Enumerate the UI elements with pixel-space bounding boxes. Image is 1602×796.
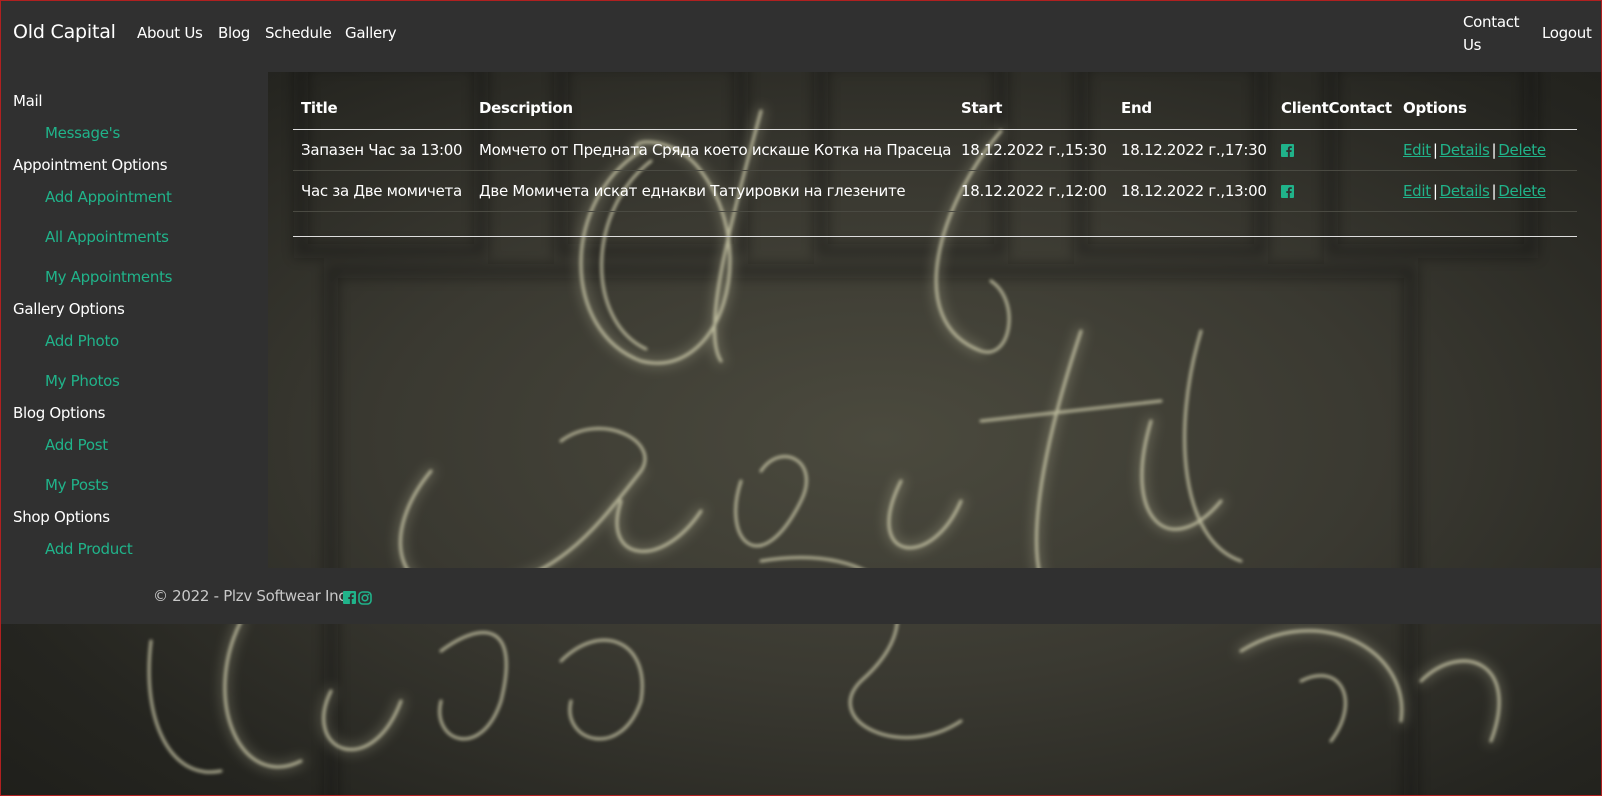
table-header-row: Title Description Start End ClientContac… <box>293 87 1577 130</box>
cell-client-contact <box>1273 129 1395 171</box>
appointments-table: Title Description Start End ClientContac… <box>293 87 1577 212</box>
nav-link-blog[interactable]: Blog <box>218 24 250 42</box>
sidebar-link-add-appointment[interactable]: Add Appointment <box>45 188 172 206</box>
sidebar-link-messages[interactable]: Message's <box>45 124 120 142</box>
column-header-client-contact: ClientContact <box>1273 87 1395 130</box>
facebook-icon[interactable] <box>1281 185 1294 198</box>
column-header-end: End <box>1113 87 1273 130</box>
page: Old Capital About Us Blog Schedule Galle… <box>0 0 1602 796</box>
sidebar-link-my-photos[interactable]: My Photos <box>45 372 120 390</box>
instagram-icon[interactable] <box>358 590 372 605</box>
cell-start: 18.12.2022 г.,12:00 <box>953 170 1113 212</box>
column-header-options: Options <box>1395 87 1577 130</box>
table-row: Час за Две момичета Две Момичета искат е… <box>293 170 1577 212</box>
nav-contact-line2: Us <box>1463 36 1482 54</box>
facebook-icon[interactable] <box>343 591 356 604</box>
delete-link[interactable]: Delete <box>1498 182 1546 200</box>
column-header-title: Title <box>293 87 471 130</box>
delete-link[interactable]: Delete <box>1498 141 1546 159</box>
sidebar-link-add-product[interactable]: Add Product <box>45 540 133 558</box>
cell-options: Edit | Details | Delete <box>1395 170 1577 212</box>
table-bottom-rule <box>293 236 1577 237</box>
sidebar-link-my-appointments[interactable]: My Appointments <box>45 268 172 286</box>
facebook-icon[interactable] <box>1281 144 1294 157</box>
sidebar-link-all-appointments[interactable]: All Appointments <box>45 228 169 246</box>
cell-end: 18.12.2022 г.,13:00 <box>1113 170 1273 212</box>
cell-description: Две Момичета искат еднакви Татуировки на… <box>471 170 953 212</box>
footer: © 2022 - Plzv Softwear Inc. <box>1 568 1601 624</box>
sidebar-heading-appointment-options: Appointment Options <box>13 156 168 174</box>
options-separator: | <box>1432 141 1438 159</box>
edit-link[interactable]: Edit <box>1403 141 1431 159</box>
logout-link[interactable]: Logout <box>1542 24 1592 42</box>
cell-end: 18.12.2022 г.,17:30 <box>1113 129 1273 171</box>
appointments-table-container: Title Description Start End ClientContac… <box>293 87 1577 212</box>
sidebar-heading-shop-options: Shop Options <box>13 508 110 526</box>
options-separator: | <box>1432 182 1438 200</box>
cell-start: 18.12.2022 г.,15:30 <box>953 129 1113 171</box>
sidebar-link-add-photo[interactable]: Add Photo <box>45 332 119 350</box>
options-separator: | <box>1491 141 1497 159</box>
cell-title: Запазен Час за 13:00 <box>293 129 471 171</box>
edit-link[interactable]: Edit <box>1403 182 1431 200</box>
cell-client-contact <box>1273 170 1395 212</box>
table-row: Запазен Час за 13:00 Момчето от Предната… <box>293 129 1577 171</box>
footer-copyright: © 2022 - Plzv Softwear Inc. <box>153 587 351 605</box>
nav-link-about-us[interactable]: About Us <box>137 24 203 42</box>
options-separator: | <box>1491 182 1497 200</box>
column-header-description: Description <box>471 87 953 130</box>
cell-options: Edit | Details | Delete <box>1395 129 1577 171</box>
sidebar-heading-blog-options: Blog Options <box>13 404 106 422</box>
top-navbar: Old Capital About Us Blog Schedule Galle… <box>1 1 1601 72</box>
sidebar: Mail Message's Appointment Options Add A… <box>1 72 268 568</box>
sidebar-heading-gallery-options: Gallery Options <box>13 300 125 318</box>
nav-link-schedule[interactable]: Schedule <box>265 24 332 42</box>
details-link[interactable]: Details <box>1440 141 1490 159</box>
details-link[interactable]: Details <box>1440 182 1490 200</box>
cell-description: Момчето от Предната Сряда което искаше К… <box>471 129 953 171</box>
sidebar-heading-mail: Mail <box>13 92 43 110</box>
brand-logo-link[interactable]: Old Capital <box>13 21 116 43</box>
nav-link-gallery[interactable]: Gallery <box>345 24 397 42</box>
sidebar-link-add-post[interactable]: Add Post <box>45 436 108 454</box>
nav-link-contact-us[interactable]: Contact Us <box>1463 11 1525 57</box>
footer-social-icons <box>343 587 372 606</box>
sidebar-link-my-posts[interactable]: My Posts <box>45 476 109 494</box>
column-header-start: Start <box>953 87 1113 130</box>
nav-contact-line1: Contact <box>1463 13 1520 31</box>
cell-title: Час за Две момичета <box>293 170 471 212</box>
